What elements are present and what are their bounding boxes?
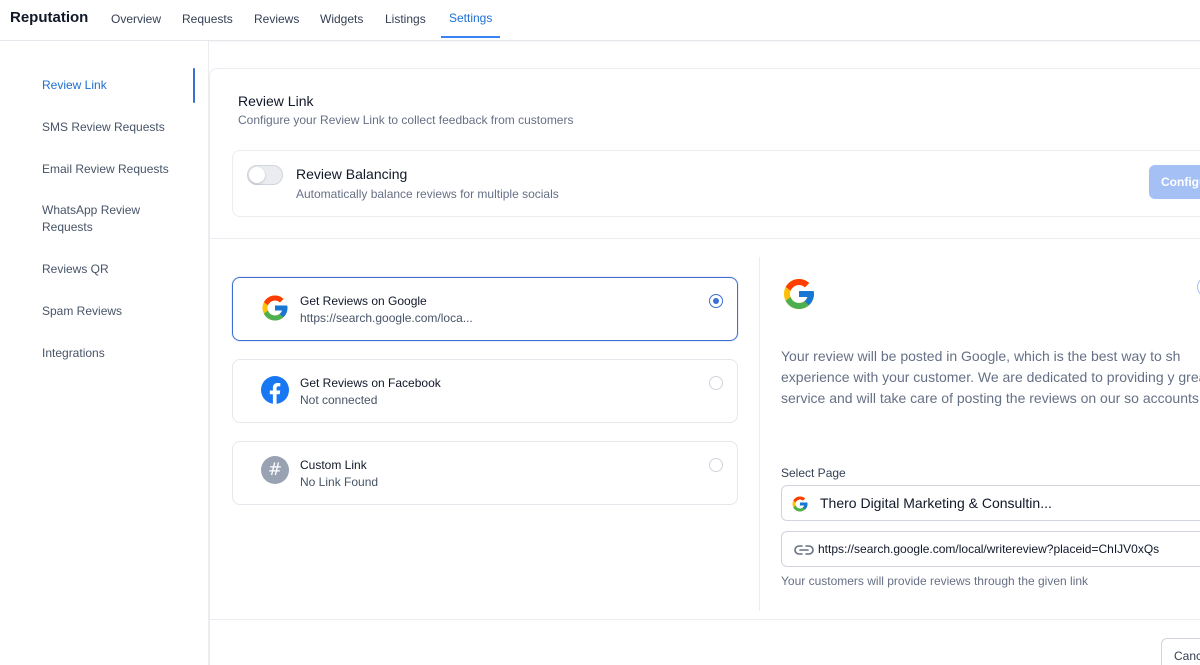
tab-listings[interactable]: Listings [385,12,426,40]
section-divider [210,238,1200,239]
review-balancing-subtitle: Automatically balance reviews for multip… [296,187,559,201]
review-balancing-title: Review Balancing [296,166,408,182]
google-icon [262,295,288,321]
review-link-card: Review Link Configure your Review Link t… [209,68,1200,665]
select-page-label: Select Page [781,466,846,480]
select-page-dropdown[interactable]: Thero Digital Marketing & Consultin... [781,485,1200,521]
review-balancing-toggle[interactable] [247,165,283,185]
panel-divider [759,257,760,611]
option-google[interactable]: Get Reviews on Google https://search.goo… [232,277,738,341]
option-custom-link-title: Custom Link [300,458,367,472]
google-icon [792,496,808,512]
tab-settings[interactable]: Settings [440,11,501,39]
sidebar-item-reviews-qr[interactable]: Reviews QR [42,261,192,278]
tab-widgets[interactable]: Widgets [320,12,363,40]
link-icon [794,545,814,555]
selected-page-value: Thero Digital Marketing & Consultin... [820,495,1052,511]
settings-sidebar: Review Link SMS Review Requests Email Re… [0,41,209,665]
option-google-title: Get Reviews on Google [300,294,427,308]
option-google-radio[interactable] [709,294,723,308]
sidebar-item-review-link[interactable]: Review Link [42,77,192,94]
review-link-field[interactable]: https://search.google.com/local/writerev… [781,531,1200,567]
option-facebook[interactable]: Get Reviews on Facebook Not connected [232,359,738,423]
page-subtitle: Configure your Review Link to collect fe… [238,113,574,127]
google-logo-icon [784,279,814,309]
option-facebook-title: Get Reviews on Facebook [300,376,441,390]
facebook-icon [261,376,289,404]
option-custom-link[interactable]: # Custom Link No Link Found [232,441,738,505]
review-link-value: https://search.google.com/local/writerev… [818,542,1160,556]
sidebar-item-spam-reviews[interactable]: Spam Reviews [42,303,192,320]
brand-title: Reputation [10,9,89,26]
option-facebook-radio[interactable] [709,376,723,390]
review-link-helper: Your customers will provide reviews thro… [781,574,1089,588]
sidebar-item-whatsapp-review-requests[interactable]: WhatsApp Review Requests [42,202,162,236]
sidebar-active-indicator [193,68,195,103]
tab-requests[interactable]: Requests [182,12,233,40]
review-balancing-panel: Review Balancing Automatically balance r… [232,150,1200,217]
footer-divider [210,619,1200,620]
google-description: Your review will be posted in Google, wh… [781,348,1200,406]
hash-icon: # [261,456,291,486]
cancel-button[interactable]: Canc [1161,638,1200,665]
sidebar-item-email-review-requests[interactable]: Email Review Requests [42,161,192,178]
option-custom-link-subtitle: No Link Found [300,475,379,489]
top-nav: Reputation Overview Requests Reviews Wid… [0,0,1200,41]
option-facebook-subtitle: Not connected [300,393,378,407]
option-google-subtitle: https://search.google.com/loca... [300,311,473,325]
option-custom-link-radio[interactable] [709,458,723,472]
sidebar-item-integrations[interactable]: Integrations [42,345,192,362]
page-title: Review Link [238,93,314,109]
tab-reviews[interactable]: Reviews [254,12,299,40]
tab-overview[interactable]: Overview [111,12,161,40]
toggle-knob [249,167,265,183]
configure-button[interactable]: Configu [1149,165,1200,199]
sidebar-item-sms-review-requests[interactable]: SMS Review Requests [42,119,192,136]
